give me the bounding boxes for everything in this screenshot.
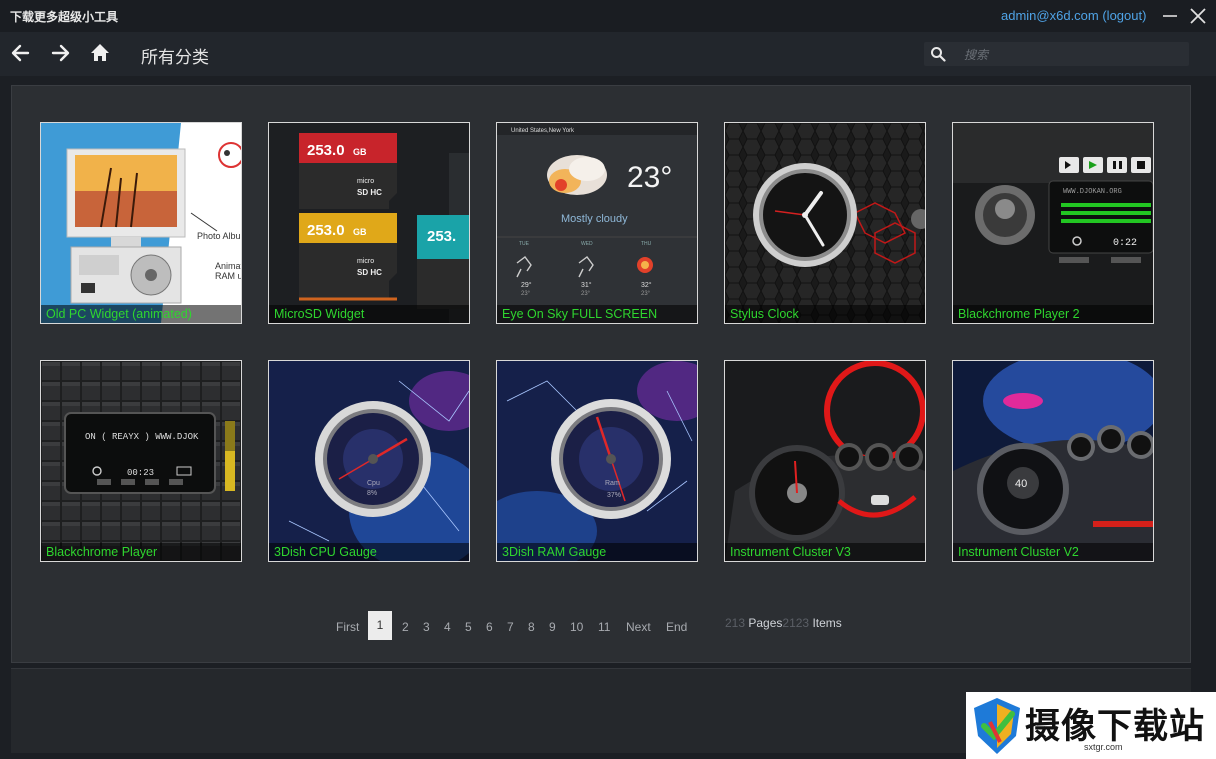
tile-label: Eye On Sky FULL SCREEN <box>502 307 658 321</box>
clock-thumbnail <box>725 123 925 323</box>
pagination-summary: 213 Pages2123 Items <box>725 616 842 630</box>
pagination-page[interactable]: 5 <box>465 620 472 634</box>
tile-label: Blackchrome Player 2 <box>958 307 1080 321</box>
svg-text:ON ( REAYX ) WWW.DJOK: ON ( REAYX ) WWW.DJOK <box>85 432 199 442</box>
pagination-page[interactable]: 7 <box>507 620 514 634</box>
cluster-v2-thumbnail: 40 <box>953 361 1153 561</box>
tile-label: Instrument Cluster V3 <box>730 545 851 559</box>
sd-capacity-text: 253.0 <box>307 142 345 159</box>
watermark-sub: sxtgr.com <box>1084 742 1123 752</box>
svg-text:29°: 29° <box>521 281 532 289</box>
svg-text:SD HC: SD HC <box>357 188 382 197</box>
widget-tile-microsd[interactable]: 253.0 GB 253.0 GB micro SD HC micro SD H… <box>268 122 470 324</box>
pagination-page[interactable]: 8 <box>528 620 535 634</box>
pagination-end[interactable]: End <box>666 620 687 634</box>
svg-text:Animat: Animat <box>215 261 241 271</box>
app-title: 下载更多超级小工具 <box>10 10 119 24</box>
svg-text:253.0: 253.0 <box>307 222 345 239</box>
arrow-right-icon[interactable] <box>47 40 73 66</box>
widget-tile-3dish-ram-gauge[interactable]: Ram 37% 3Dish RAM Gauge <box>496 360 698 562</box>
widget-tile-blackchrome-player-2[interactable]: WWW.DJOKAN.ORG 0:22 Blackchrome Player 2 <box>952 122 1154 324</box>
widget-tile-instrument-cluster-v2[interactable]: 40 Instrument Cluster V2 <box>952 360 1154 562</box>
svg-text:8%: 8% <box>367 490 377 497</box>
watermark-shield-icon <box>974 698 1020 754</box>
items-label: Items <box>812 616 842 630</box>
minimize-icon[interactable] <box>1158 4 1182 28</box>
pagination-page[interactable]: 9 <box>549 620 556 634</box>
cluster-v3-thumbnail <box>725 361 925 561</box>
search-input[interactable] <box>962 44 1186 66</box>
tile-label: Blackchrome Player <box>46 545 158 559</box>
svg-text:WWW.DJOKAN.ORG: WWW.DJOKAN.ORG <box>1063 188 1122 196</box>
total-pages: 213 <box>725 616 746 630</box>
weather-thumbnail: United States,New York 23° Mostly cloudy… <box>497 123 697 323</box>
total-items: 2123 <box>782 616 810 630</box>
tile-label: MicroSD Widget <box>274 307 365 321</box>
svg-text:SD HC: SD HC <box>357 268 382 277</box>
widget-tile-old-pc[interactable]: Photo Album Animat RAM u Old PC Widget (… <box>40 122 242 324</box>
svg-text:micro: micro <box>357 178 374 185</box>
svg-text:253.: 253. <box>427 228 456 245</box>
tile-label: 3Dish CPU Gauge <box>274 545 377 559</box>
tile-label: Old PC Widget (animated) <box>46 307 192 321</box>
search-icon[interactable] <box>930 46 946 62</box>
svg-text:WED: WED <box>581 241 593 247</box>
pages-label: Pages <box>748 616 783 630</box>
svg-text:GB: GB <box>353 147 367 157</box>
widget-tile-stylus-clock[interactable]: Stylus Clock <box>724 122 926 324</box>
home-icon[interactable] <box>87 40 113 66</box>
title-bar: 下载更多超级小工具 admin@x6d.com (logout) <box>0 0 1216 32</box>
microsd-thumbnail: 253.0 GB 253.0 GB micro SD HC micro SD H… <box>269 123 469 323</box>
svg-text:Ram: Ram <box>605 480 620 487</box>
account-link[interactable]: admin@x6d.com (logout) <box>1001 8 1146 23</box>
widget-tile-eye-on-sky[interactable]: United States,New York 23° Mostly cloudy… <box>496 122 698 324</box>
nav-bar: 所有分类 <box>0 32 1216 76</box>
widget-tile-instrument-cluster-v3[interactable]: Instrument Cluster V3 <box>724 360 926 562</box>
player-thumbnail: ON ( REAYX ) WWW.DJOK 00:23 <box>41 361 241 561</box>
close-icon[interactable] <box>1186 4 1210 28</box>
pagination-page[interactable]: 11 <box>598 620 610 634</box>
player2-thumbnail: WWW.DJOKAN.ORG 0:22 <box>953 123 1153 323</box>
svg-text:23°: 23° <box>641 291 651 297</box>
svg-text:Mostly cloudy: Mostly cloudy <box>561 213 628 225</box>
ram-gauge-thumbnail: Ram 37% <box>497 361 697 561</box>
svg-text:TUE: TUE <box>519 241 530 247</box>
pagination-page[interactable]: 3 <box>423 620 430 634</box>
svg-text:THU: THU <box>641 241 652 247</box>
svg-text:23°: 23° <box>581 291 591 297</box>
svg-text:31°: 31° <box>581 281 592 289</box>
tile-label: Instrument Cluster V2 <box>958 545 1079 559</box>
svg-text:23°: 23° <box>627 161 672 194</box>
tile-label: Stylus Clock <box>730 307 799 321</box>
svg-text:GB: GB <box>353 227 367 237</box>
widget-tile-3dish-cpu-gauge[interactable]: Cpu 8% 3Dish CPU Gauge <box>268 360 470 562</box>
pagination-next[interactable]: Next <box>626 620 651 634</box>
pagination-page[interactable]: 4 <box>444 620 451 634</box>
svg-text:37%: 37% <box>607 492 621 499</box>
search-box[interactable] <box>924 42 1189 66</box>
old-pc-thumbnail: Photo Album Animat RAM u <box>41 123 241 323</box>
svg-text:Photo Album: Photo Album <box>197 231 241 241</box>
arrow-left-icon[interactable] <box>8 40 34 66</box>
watermark: 摄像下载站 sxtgr.com <box>966 692 1216 759</box>
svg-text:Cpu: Cpu <box>367 480 380 487</box>
pagination-first[interactable]: First <box>336 620 359 634</box>
pagination-page[interactable]: 10 <box>570 620 583 634</box>
svg-text:00:23: 00:23 <box>127 468 154 478</box>
svg-text:32°: 32° <box>641 281 652 289</box>
svg-text:RAM u: RAM u <box>215 271 241 281</box>
svg-text:United States,New York: United States,New York <box>511 128 575 134</box>
svg-text:micro: micro <box>357 258 374 265</box>
pagination-page[interactable]: 6 <box>486 620 493 634</box>
page-title: 所有分类 <box>141 48 209 67</box>
svg-text:23°: 23° <box>521 291 531 297</box>
tile-label: 3Dish RAM Gauge <box>502 545 607 559</box>
widget-tile-blackchrome-player[interactable]: ON ( REAYX ) WWW.DJOK 00:23 Blackchrome … <box>40 360 242 562</box>
cpu-gauge-thumbnail: Cpu 8% <box>269 361 469 561</box>
svg-text:0:22: 0:22 <box>1113 238 1137 249</box>
svg-text:40: 40 <box>1015 478 1027 490</box>
pagination-page[interactable]: 2 <box>402 620 409 634</box>
pagination-current-page[interactable]: 1 <box>368 611 392 640</box>
